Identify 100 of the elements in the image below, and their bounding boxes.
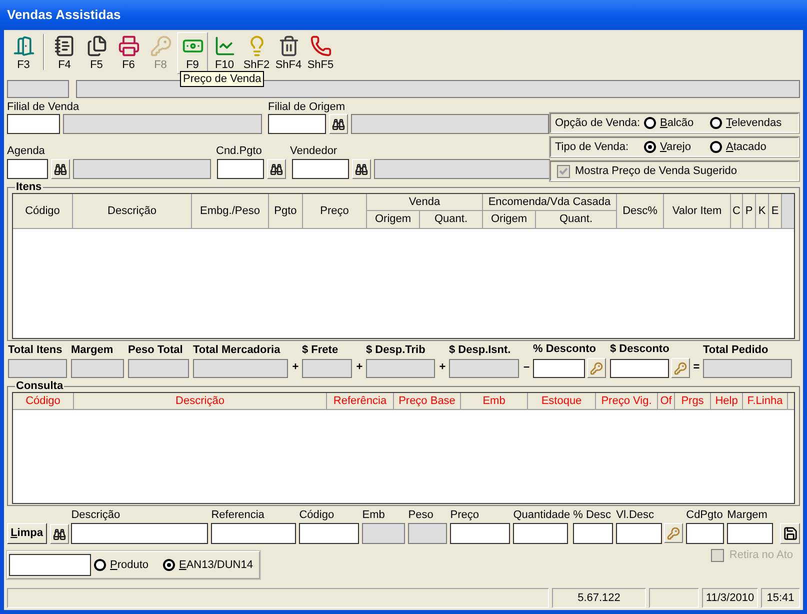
column-header[interactable]: Código (13, 194, 73, 228)
text-field[interactable] (513, 523, 568, 544)
readonly-field[interactable] (63, 114, 262, 134)
readonly-field[interactable] (71, 359, 124, 378)
text-field[interactable] (616, 523, 662, 544)
notebook-icon (54, 34, 76, 56)
readonly-field (7, 80, 69, 98)
toolbar-button[interactable]: F9 (177, 32, 208, 74)
column-header[interactable]: C (731, 194, 743, 228)
text-field[interactable] (533, 358, 585, 378)
column-header[interactable]: P (743, 194, 756, 228)
readonly-field[interactable] (73, 159, 211, 179)
text-field[interactable] (211, 523, 296, 544)
radio-option[interactable]: Balcão (644, 114, 710, 132)
toolbar-button[interactable]: F4 (49, 32, 80, 74)
column-header[interactable]: Valor Item (664, 194, 731, 228)
total-label: Margem (71, 344, 114, 358)
field-label: Agenda (7, 145, 46, 158)
readonly-field[interactable] (362, 523, 406, 544)
column-header[interactable]: Venda (367, 194, 483, 211)
printer-icon (118, 34, 140, 56)
door-icon (12, 34, 34, 56)
readonly-field[interactable] (366, 359, 435, 378)
tooltip: Preço de Venda (180, 71, 264, 87)
total-label: % Desconto (533, 343, 597, 357)
readonly-field[interactable] (351, 114, 549, 134)
column-header[interactable]: Desc% (617, 194, 664, 228)
operator-sign: + (355, 360, 364, 374)
readonly-field[interactable] (449, 359, 519, 378)
text-field[interactable] (610, 358, 669, 378)
field-label: Margem (727, 509, 768, 523)
key-button[interactable] (587, 358, 606, 378)
readonly-field[interactable] (408, 523, 448, 544)
radio-option[interactable]: Produto (94, 556, 160, 574)
column-header[interactable]: Descrição (73, 194, 192, 228)
radio-option[interactable]: Televendas (710, 114, 782, 132)
key-button[interactable] (671, 358, 690, 378)
field-label: Vl.Desc (616, 509, 656, 523)
toolbar-button[interactable]: ShF2 (241, 32, 272, 74)
clear-button[interactable]: Limpa (7, 523, 47, 544)
save-button[interactable] (780, 523, 800, 544)
column-header[interactable]: Origem (483, 211, 536, 228)
total-label: $ Desp.Trib (366, 344, 426, 358)
toolbar-button[interactable]: ShF5 (305, 32, 336, 74)
field-label: Vendedor (290, 145, 338, 158)
group-label: Opção de Venda: (555, 116, 642, 130)
total-label: $ Frete (302, 344, 340, 358)
toolbar-button[interactable]: F3 (8, 32, 39, 74)
documents-icon (86, 34, 108, 56)
binoculars-button[interactable] (352, 159, 371, 179)
readonly-field[interactable] (193, 359, 288, 378)
readonly-field[interactable] (374, 159, 550, 179)
status-time: 15:41 (761, 588, 800, 608)
text-field[interactable] (292, 159, 349, 179)
binoculars-button[interactable] (50, 524, 69, 544)
group-label: Tipo de Venda: (555, 140, 630, 154)
operator-sign: + (438, 360, 447, 374)
column-header[interactable]: K (756, 194, 769, 228)
column-header[interactable]: Encomenda/Vda Casada (483, 194, 617, 211)
binoculars-button[interactable] (267, 159, 286, 179)
text-field[interactable] (217, 159, 264, 179)
text-field[interactable] (450, 523, 510, 544)
text-field[interactable] (71, 523, 208, 544)
column-header[interactable]: Pgto (269, 194, 303, 228)
toolbar-button[interactable]: F6 (113, 32, 144, 74)
text-field[interactable] (7, 159, 48, 179)
key-button[interactable] (664, 523, 684, 543)
radio-option[interactable]: Varejo (644, 138, 710, 156)
text-field[interactable] (686, 523, 724, 544)
readonly-field[interactable] (302, 359, 352, 378)
text-field[interactable] (573, 523, 614, 544)
chart-icon (214, 34, 236, 56)
field-label: % Desc (573, 509, 612, 523)
text-field[interactable] (727, 523, 774, 544)
field-label: Descrição (71, 509, 122, 523)
binoculars-button[interactable] (329, 114, 348, 134)
radio-option[interactable]: Atacado (710, 138, 766, 156)
toolbar-button[interactable]: F5 (81, 32, 112, 74)
readonly-field[interactable] (8, 359, 67, 378)
code-field[interactable] (9, 554, 91, 576)
column-header[interactable]: Preço (303, 194, 367, 228)
column-header[interactable]: Quant. (536, 211, 617, 228)
radio-option[interactable]: EAN13/DUN14 (163, 556, 253, 574)
column-header[interactable]: Quant. (420, 211, 483, 228)
total-label: $ Desp.Isnt. (449, 344, 512, 358)
readonly-field[interactable] (703, 359, 792, 378)
binoculars-button[interactable] (51, 159, 70, 179)
total-label: Peso Total (128, 344, 184, 358)
toolbar-button[interactable]: ShF4 (273, 32, 304, 74)
text-field[interactable] (7, 114, 60, 134)
status-panel (649, 588, 699, 608)
toolbar-button[interactable]: F10 (209, 32, 240, 74)
field-label: Peso (408, 509, 434, 523)
field-label: Emb (362, 509, 386, 523)
column-header[interactable]: Origem (367, 211, 420, 228)
text-field[interactable] (299, 523, 360, 544)
total-label: $ Desconto (610, 343, 670, 357)
text-field[interactable] (268, 114, 326, 134)
column-header[interactable]: Embg./Peso (192, 194, 269, 228)
readonly-field[interactable] (128, 359, 189, 378)
